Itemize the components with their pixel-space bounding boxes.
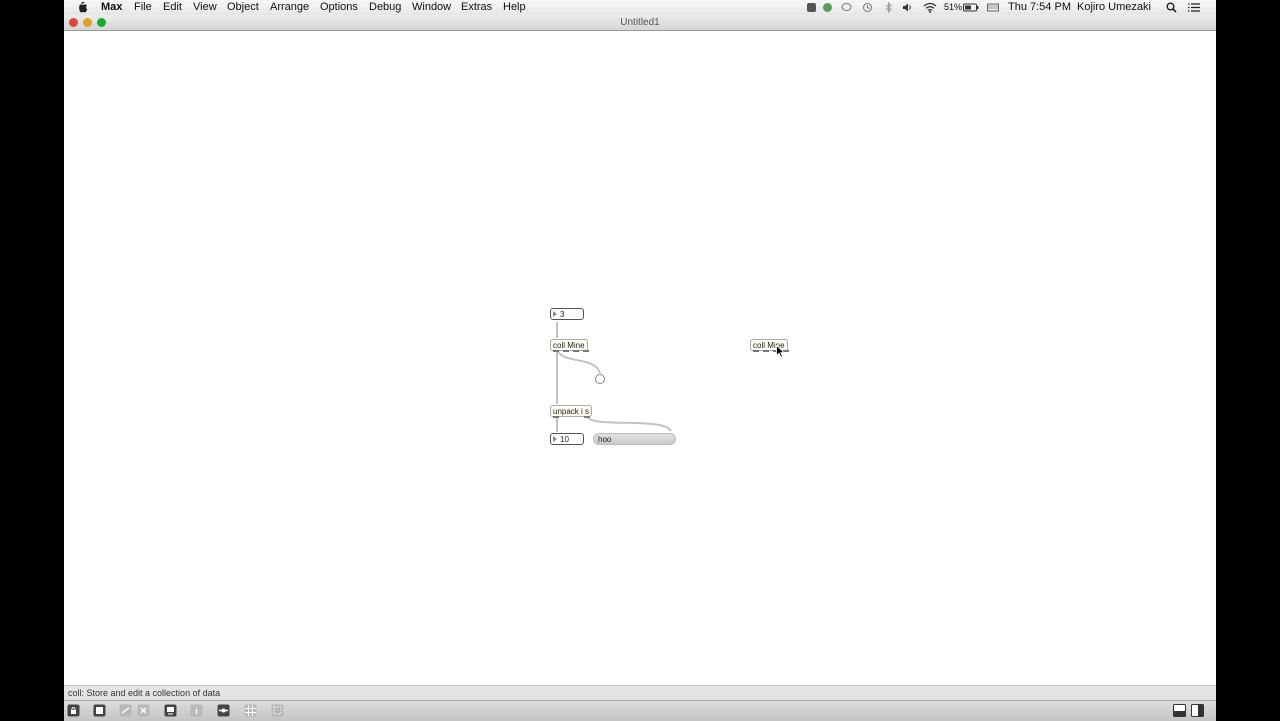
coll-outlet[interactable] bbox=[583, 350, 589, 352]
menu-debug[interactable]: Debug bbox=[369, 1, 401, 14]
menu-edit[interactable]: Edit bbox=[163, 1, 182, 14]
coll-outlet[interactable] bbox=[753, 350, 759, 352]
number-triangle-icon bbox=[553, 436, 557, 442]
window-titlebar: Untitled1 bbox=[64, 15, 1216, 31]
new-object-icon[interactable] bbox=[93, 704, 106, 717]
info-icon[interactable] bbox=[190, 704, 203, 717]
user-name[interactable]: Kojiro Umezaki bbox=[1077, 1, 1151, 14]
patcher-toolbar bbox=[64, 700, 1216, 721]
coll-outlet[interactable] bbox=[553, 350, 559, 352]
time-machine-icon[interactable] bbox=[862, 2, 873, 13]
coll-outlet[interactable] bbox=[573, 350, 579, 352]
menu-file[interactable]: File bbox=[134, 1, 152, 14]
menu-window[interactable]: Window bbox=[412, 1, 451, 14]
grid-icon[interactable] bbox=[244, 704, 257, 717]
sync-icon[interactable] bbox=[822, 2, 833, 13]
message-box[interactable]: hoo bbox=[593, 433, 676, 445]
coll-object-main[interactable]: coll Mine bbox=[550, 339, 589, 352]
cord-coll-to-bang[interactable] bbox=[557, 350, 601, 374]
bluetooth-icon[interactable] bbox=[883, 2, 894, 13]
toggle-grid-icon[interactable] bbox=[217, 704, 230, 717]
notification-center-icon[interactable] bbox=[1187, 2, 1201, 13]
split-right-icon[interactable] bbox=[1191, 704, 1204, 717]
lock-icon[interactable] bbox=[67, 704, 80, 717]
close-patch-icon[interactable] bbox=[137, 704, 150, 717]
patch-cords bbox=[556, 322, 672, 432]
patcher-window: Untitled1 3 coll Mine coll Mine unpack i… bbox=[64, 15, 1216, 721]
unpack-object[interactable]: unpack i s bbox=[550, 405, 593, 418]
coll-object-main-label: coll Mine bbox=[553, 341, 585, 350]
clock[interactable]: Thu 7:54 PM bbox=[1008, 1, 1071, 14]
unpack-object-label: unpack i s bbox=[553, 407, 590, 416]
number-box-top-value: 3 bbox=[560, 310, 565, 319]
menu-app-max[interactable]: Max bbox=[101, 1, 122, 14]
wifi-icon[interactable] bbox=[923, 2, 937, 13]
coll-outlet[interactable] bbox=[763, 350, 769, 352]
unpack-outlet[interactable] bbox=[553, 416, 559, 418]
status-hint-text: coll: Store and edit a collection of dat… bbox=[68, 688, 221, 698]
menu-arrange[interactable]: Arrange bbox=[270, 1, 309, 14]
menu-help[interactable]: Help bbox=[503, 1, 526, 14]
battery-percent: 51% bbox=[944, 2, 963, 12]
apple-menu-icon[interactable] bbox=[78, 1, 88, 13]
menu-options[interactable]: Options bbox=[320, 1, 358, 14]
patch-cord-icon[interactable] bbox=[119, 704, 132, 717]
spotlight-search-icon[interactable] bbox=[1166, 2, 1177, 13]
patcher-canvas[interactable]: 3 coll Mine coll Mine unpack i s 10 hoo bbox=[64, 31, 1216, 685]
split-left-icon[interactable] bbox=[1173, 704, 1186, 717]
window-title: Untitled1 bbox=[620, 17, 660, 28]
mouse-pointer-icon bbox=[776, 345, 785, 358]
chat-bubble-icon[interactable] bbox=[841, 2, 852, 13]
presentation-icon[interactable] bbox=[164, 704, 177, 717]
input-source-flag-icon[interactable] bbox=[987, 2, 999, 13]
number-box-bottom[interactable]: 10 bbox=[550, 433, 584, 445]
status-bar: coll: Store and edit a collection of dat… bbox=[64, 685, 1216, 700]
number-box-top[interactable]: 3 bbox=[550, 308, 584, 320]
unpack-outlet[interactable] bbox=[584, 416, 590, 418]
evernote-icon[interactable] bbox=[806, 2, 817, 13]
volume-icon[interactable] bbox=[902, 2, 913, 13]
menu-view[interactable]: View bbox=[193, 1, 217, 14]
mac-menubar: Max File Edit View Object Arrange Option… bbox=[64, 0, 1216, 16]
coll-outlet[interactable] bbox=[563, 350, 569, 352]
snap-icon[interactable] bbox=[271, 704, 284, 717]
number-triangle-icon bbox=[553, 311, 557, 317]
number-box-bottom-value: 10 bbox=[560, 435, 569, 444]
battery-icon[interactable] bbox=[963, 2, 979, 13]
menu-object[interactable]: Object bbox=[227, 1, 259, 14]
cord-unpack-to-message[interactable] bbox=[587, 416, 672, 432]
message-box-text: hoo bbox=[598, 435, 612, 444]
menu-extras[interactable]: Extras bbox=[461, 1, 492, 14]
bang-button[interactable] bbox=[595, 374, 605, 384]
